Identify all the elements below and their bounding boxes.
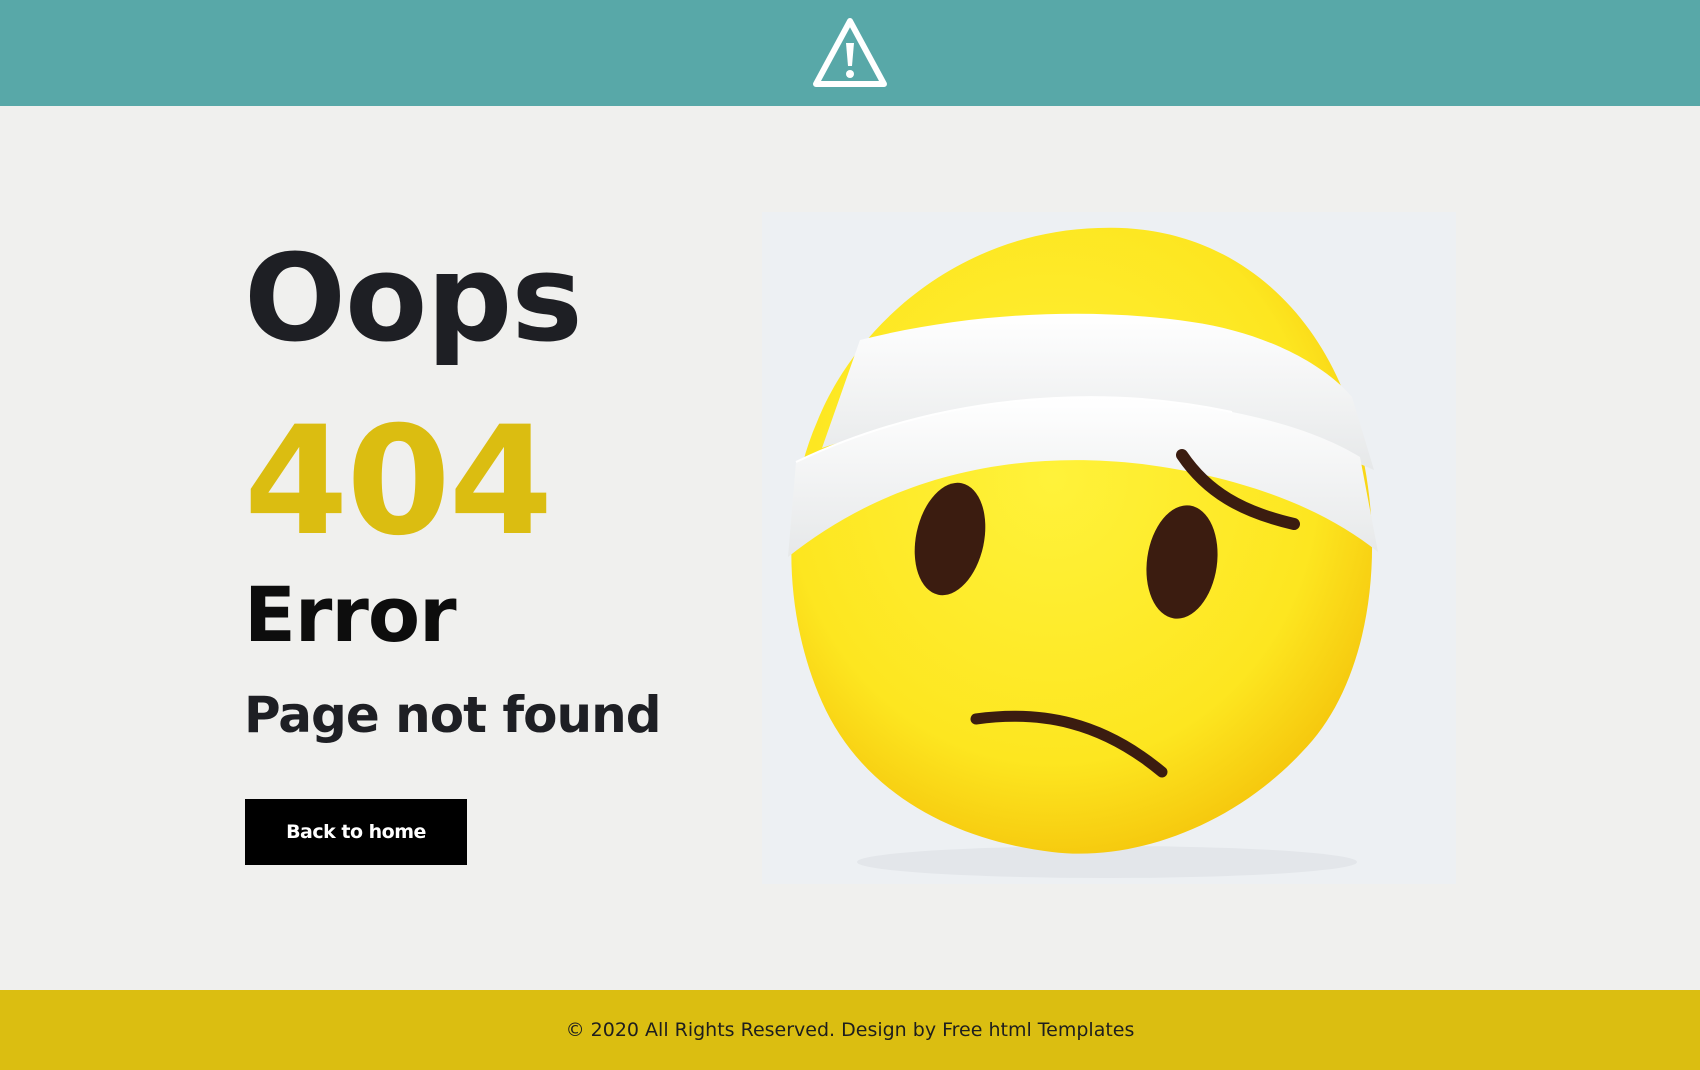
sad-emoji-image xyxy=(762,212,1456,884)
sad-bandaged-emoji-illustration xyxy=(762,212,1456,884)
back-to-home-button[interactable]: Back to home xyxy=(245,799,467,865)
top-bar xyxy=(0,0,1700,106)
footer: © 2020 All Rights Reserved. Design by Fr… xyxy=(0,990,1700,1070)
footer-copyright: © 2020 All Rights Reserved. Design by Fr… xyxy=(565,1019,1135,1041)
error-label: Error xyxy=(244,570,457,659)
page-title: Oops xyxy=(244,230,583,369)
error-content: Oops 404 Error Page not found Back to ho… xyxy=(244,230,684,865)
error-code: 404 xyxy=(244,395,553,569)
error-subtitle: Page not found xyxy=(244,686,661,744)
warning-triangle-icon xyxy=(813,18,887,87)
